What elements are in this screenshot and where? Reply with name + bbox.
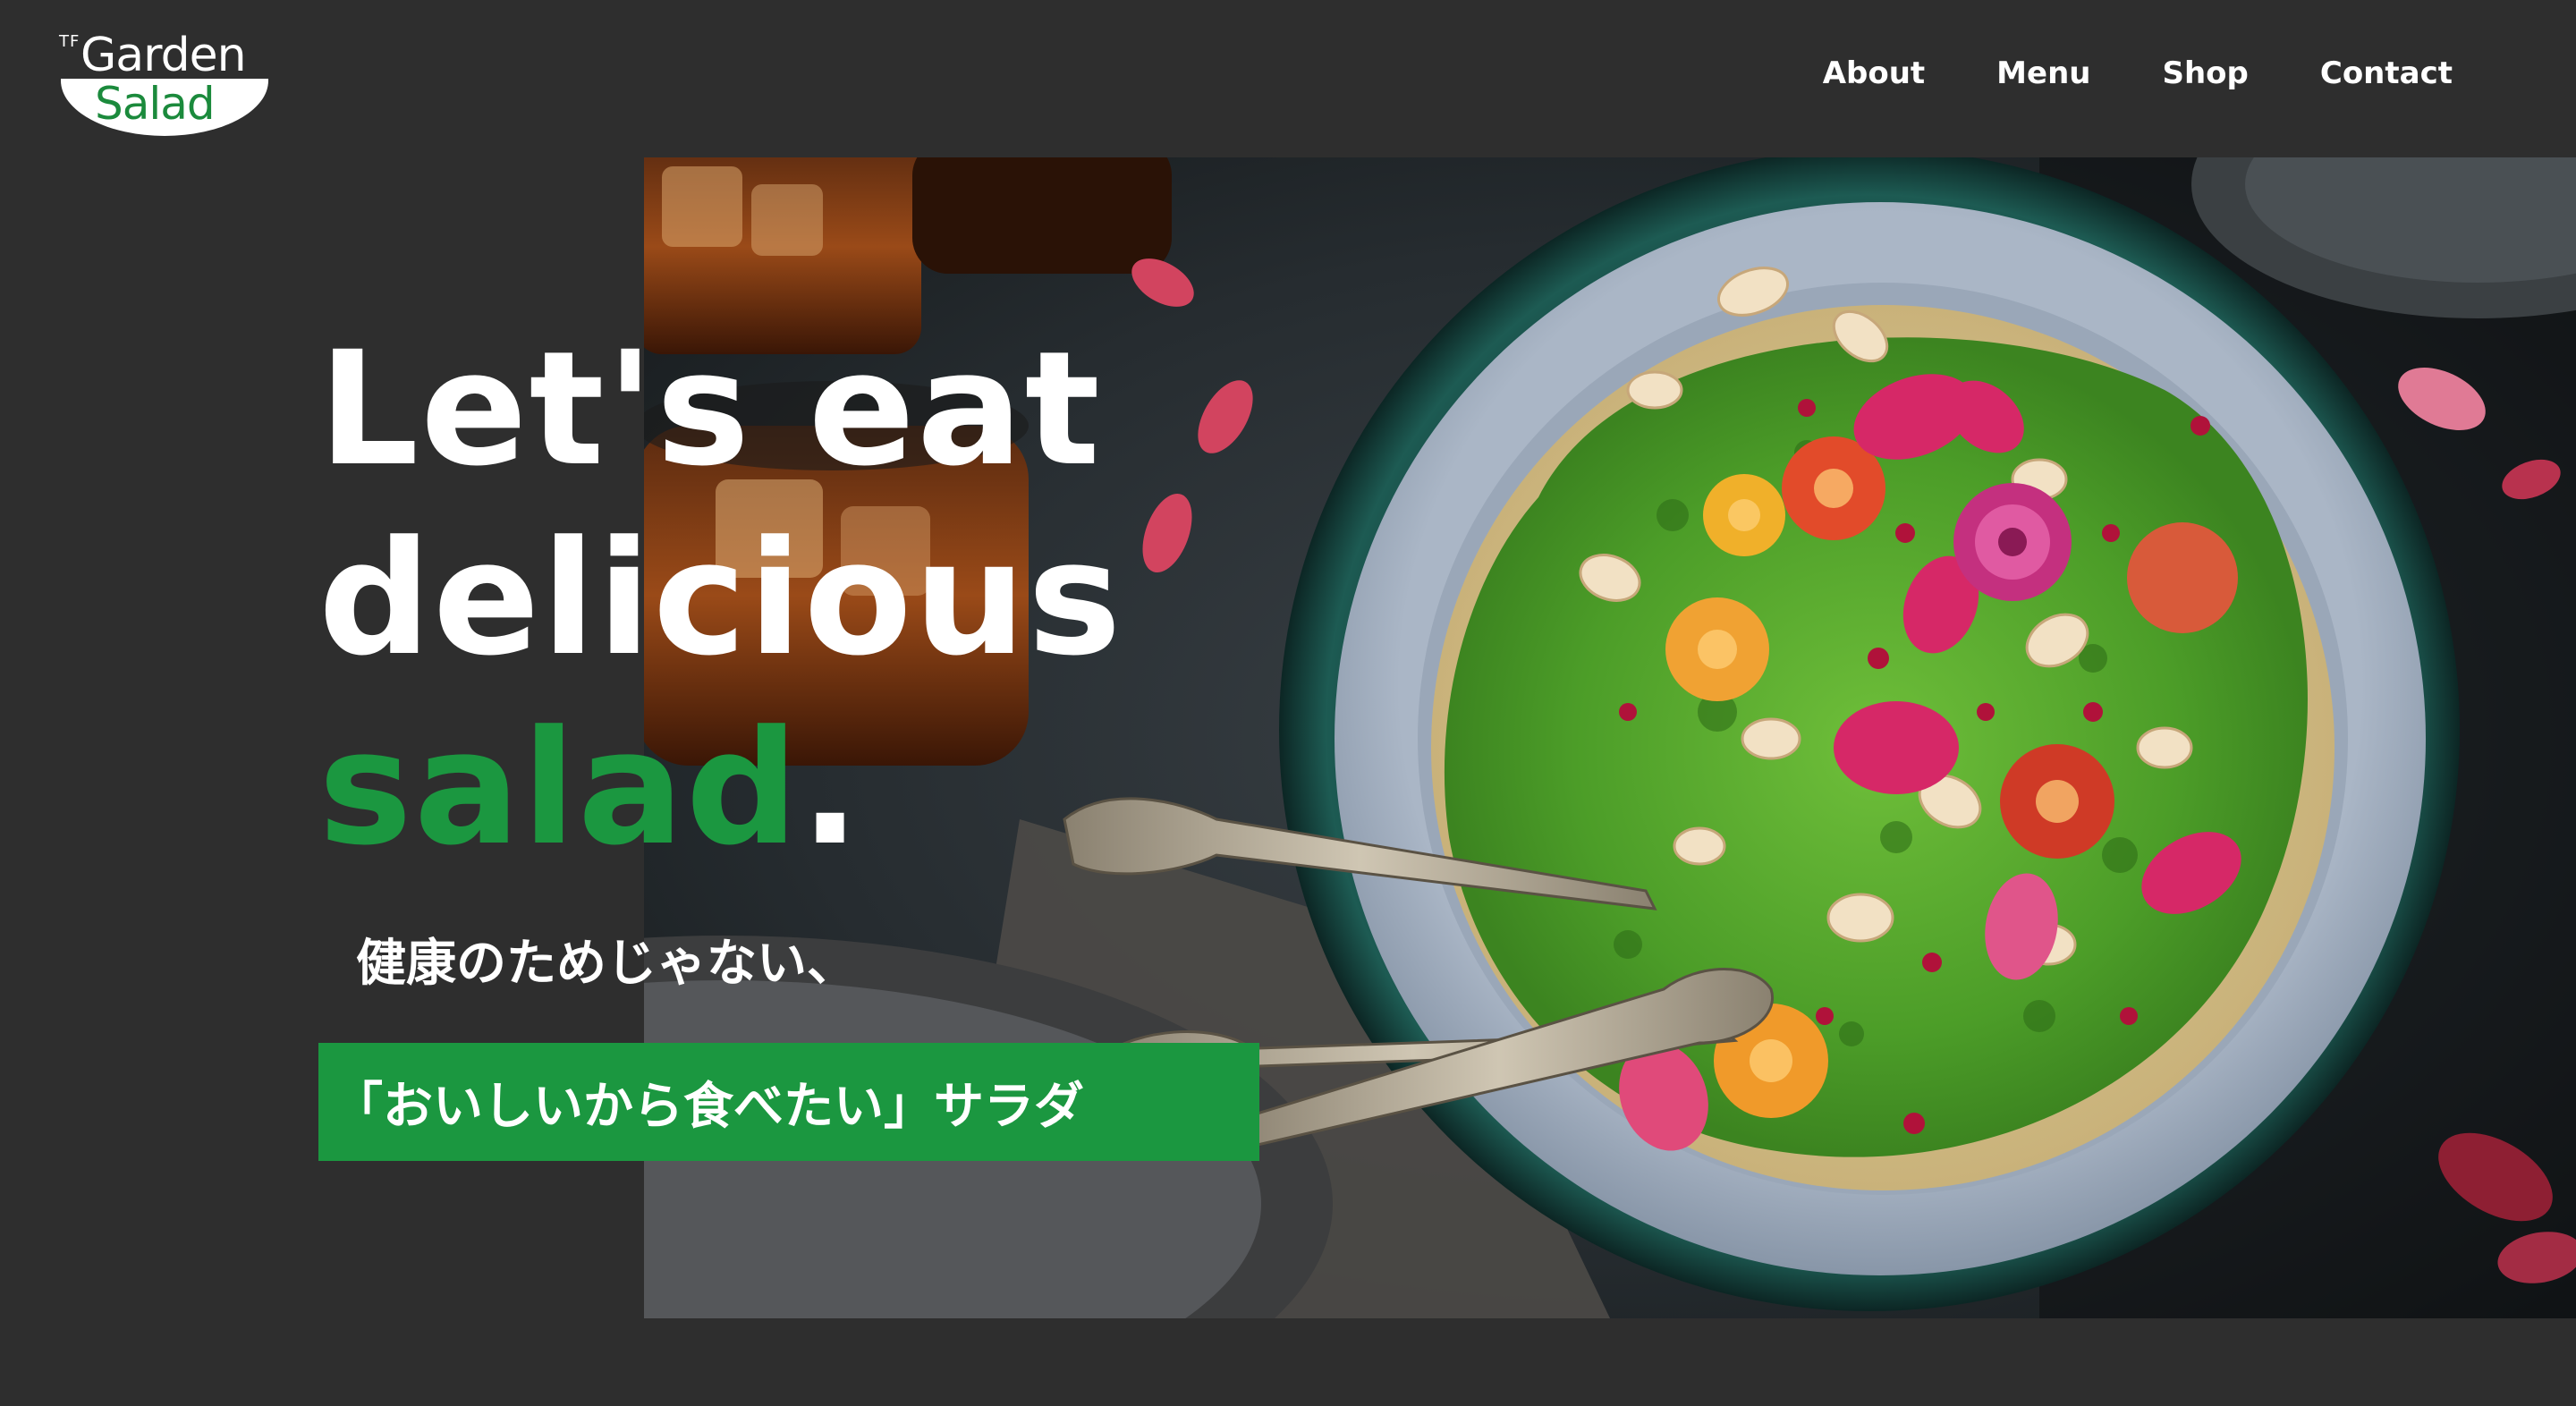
- headline-line-3: salad.: [318, 694, 1123, 884]
- hero-highlight-text: 「おいしいから食べたい」サラダ: [333, 1077, 1084, 1136]
- headline-line-1: Let's eat: [318, 318, 1102, 501]
- hero-tagline: 健康のためじゃない、: [356, 935, 857, 993]
- site-logo[interactable]: TF Garden Salad: [57, 29, 272, 140]
- nav-about[interactable]: About: [1823, 55, 1925, 91]
- nav-shop[interactable]: Shop: [2162, 55, 2248, 91]
- logo-salad-text: Salad: [95, 78, 216, 130]
- hero-highlight-box: 「おいしいから食べたい」サラダ: [318, 1043, 1259, 1161]
- nav-contact[interactable]: Contact: [2320, 55, 2453, 91]
- headline-period: .: [800, 697, 862, 880]
- headline-salad: salad: [318, 697, 801, 880]
- logo-tf-text: TF: [59, 32, 80, 51]
- headline-line-2: delicious: [318, 507, 1123, 690]
- hero-headline: Let's eat delicious salad.: [318, 315, 1123, 884]
- main-nav: About Menu Shop Contact: [1823, 55, 2453, 91]
- logo-garden-text: Garden: [80, 29, 247, 82]
- nav-menu[interactable]: Menu: [1996, 55, 2090, 91]
